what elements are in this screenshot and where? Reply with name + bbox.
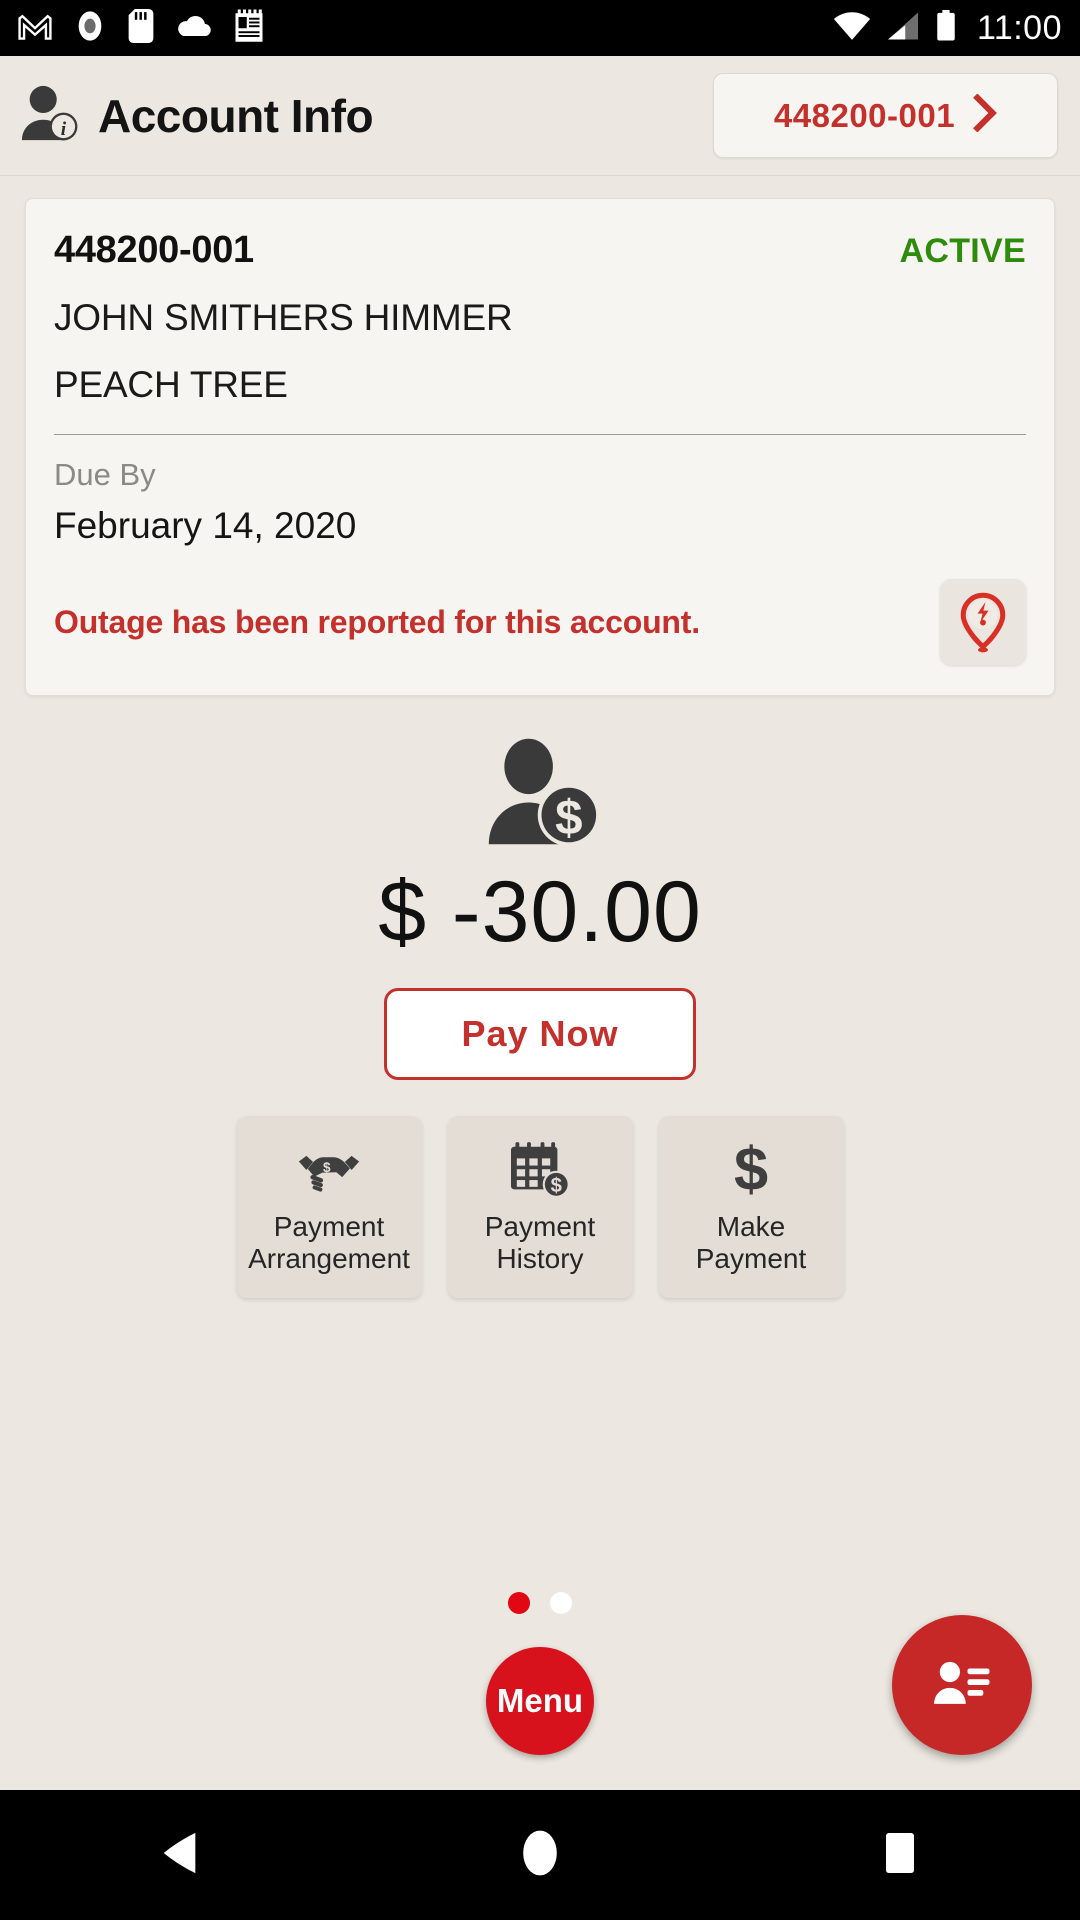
pager-dot-inactive[interactable]	[550, 1592, 572, 1614]
page-title: Account Info	[98, 89, 374, 142]
pager-dot-active[interactable]	[508, 1592, 530, 1614]
android-nav-bar	[0, 1790, 1080, 1920]
account-number: 448200-001	[54, 229, 254, 271]
account-selector-label: 448200-001	[773, 96, 956, 134]
contacts-button[interactable]	[892, 1615, 1032, 1755]
tile-payment-history[interactable]: $ Payment History	[447, 1116, 633, 1298]
app-header: i Account Info 448200-001	[0, 56, 1080, 176]
customer-name: JOHN SMITHERS HIMMER	[54, 297, 513, 338]
wifi-icon	[833, 11, 871, 46]
pay-now-button[interactable]: Pay Now	[384, 988, 696, 1080]
record-icon	[74, 10, 106, 47]
back-triangle-icon	[160, 1830, 200, 1881]
header-title-group: i Account Info	[18, 84, 374, 147]
dollar-sign-icon: $	[728, 1139, 774, 1201]
account-header-row: 448200-001 ACTIVE	[54, 229, 1026, 272]
recents-square-icon	[881, 1830, 919, 1881]
account-info-icon: i	[18, 84, 80, 147]
due-by-date: February 14, 2020	[54, 505, 357, 546]
chevron-right-icon	[973, 93, 997, 137]
battery-icon	[935, 9, 957, 47]
svg-text:$: $	[323, 1160, 331, 1175]
account-summary-card[interactable]: 448200-001 ACTIVE JOHN SMITHERS HIMMER P…	[25, 198, 1055, 696]
notes-icon	[234, 9, 264, 48]
status-bar: 11:00	[0, 0, 1080, 56]
nav-home-button[interactable]	[470, 1790, 610, 1920]
tile-payment-arrangement[interactable]: $ Payment Arrangement	[236, 1116, 422, 1298]
customer-balance-icon: $	[475, 738, 605, 853]
balance-amount: $ -30.00	[378, 864, 702, 960]
pager-dots	[0, 1592, 1080, 1614]
outage-message: Outage has been reported for this accoun…	[54, 603, 700, 640]
svg-text:$: $	[555, 790, 582, 845]
tile-make-payment[interactable]: $ Make Payment	[658, 1116, 844, 1298]
status-badge: ACTIVE	[899, 232, 1026, 270]
balance-section: $ $ -30.00 Pay Now	[0, 738, 1080, 1080]
menu-button[interactable]: Menu	[486, 1647, 594, 1755]
card-divider	[54, 434, 1026, 435]
home-circle-icon	[518, 1828, 562, 1883]
contact-card-icon	[929, 1655, 995, 1716]
svg-text:$: $	[551, 1175, 562, 1197]
nav-back-button[interactable]	[110, 1790, 250, 1920]
outage-pin-icon[interactable]	[940, 579, 1026, 665]
service-address: PEACH TREE	[54, 364, 288, 405]
status-bar-notification-icons	[18, 8, 264, 48]
cell-signal-icon	[885, 11, 921, 46]
cloud-icon	[176, 13, 212, 44]
tile-label: Payment History	[484, 1210, 596, 1274]
account-selector-chip[interactable]: 448200-001	[713, 73, 1058, 158]
sd-card-icon	[128, 8, 154, 48]
outage-row: Outage has been reported for this accoun…	[54, 579, 1026, 665]
tile-label: Make Payment	[695, 1210, 807, 1274]
tile-label: Payment Arrangement	[248, 1210, 410, 1274]
gmail-icon	[18, 12, 52, 45]
quick-action-tiles: $ Payment Arrangement $ Payment History …	[0, 1116, 1080, 1298]
status-bar-system-icons: 11:00	[833, 9, 1062, 48]
status-bar-clock: 11:00	[976, 8, 1062, 47]
nav-recents-button[interactable]	[830, 1790, 970, 1920]
svg-text:i: i	[61, 119, 67, 140]
handshake-icon: $	[297, 1139, 361, 1201]
calendar-dollar-icon: $	[509, 1139, 571, 1201]
due-by-label: Due By	[54, 457, 156, 492]
svg-text:$: $	[734, 1141, 768, 1199]
